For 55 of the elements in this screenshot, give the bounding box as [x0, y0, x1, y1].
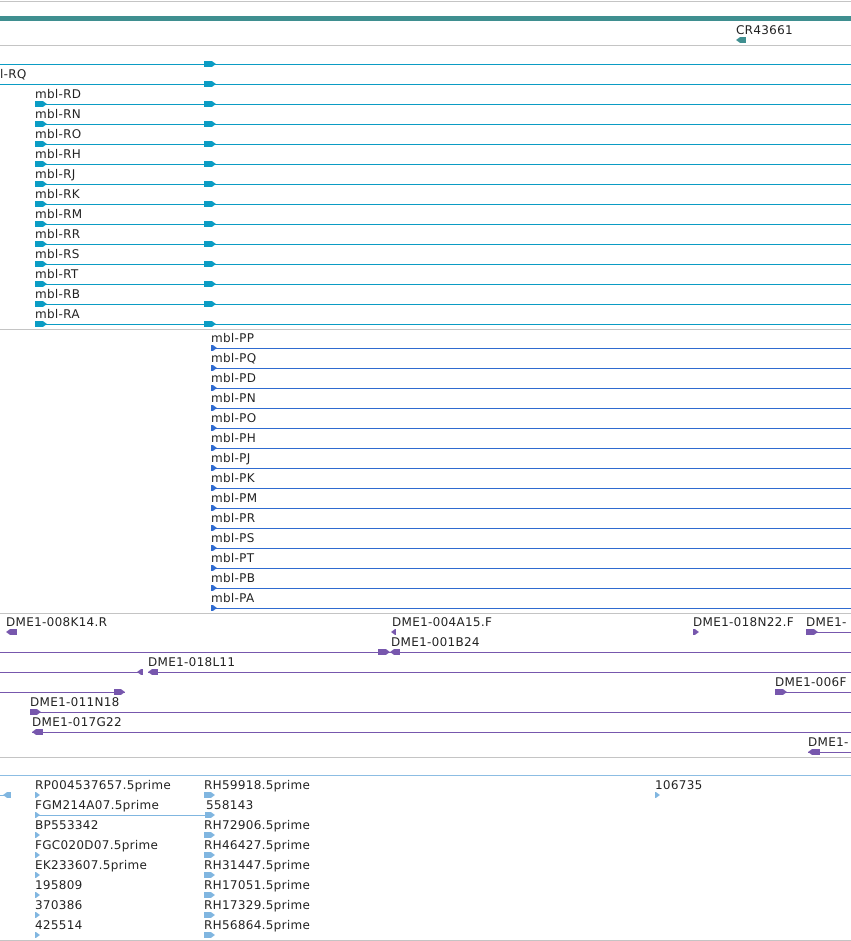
feature-label: mbl-PD — [211, 372, 256, 385]
feature-label: mbl-RN — [35, 108, 82, 121]
feature-label: mbl-RM — [35, 208, 82, 221]
feature-label: DME1- — [806, 616, 847, 629]
feature-label: mbl-PQ — [211, 352, 256, 365]
feature-label: 106735 — [655, 779, 703, 792]
feature-label: mbl-PB — [211, 572, 256, 585]
feature-label: FGC020D07.5prime — [35, 839, 158, 852]
feature-label: mbl-PN — [211, 392, 256, 405]
feature-label: mbl-RD — [35, 88, 82, 101]
feature-label: RP004537657.5prime — [35, 779, 172, 792]
feature-label: mbl-PH — [211, 432, 256, 445]
feature-label: mbl-RK — [35, 188, 80, 201]
feature-label: mbl-PA — [211, 592, 254, 605]
feature-label: mbl-PM — [211, 492, 258, 505]
feature-label: l-RQ — [0, 68, 27, 81]
feature-label: RH17329.5prime — [204, 899, 310, 912]
feature-label: BP553342 — [35, 819, 99, 832]
feature-label: CR43661 — [736, 24, 793, 37]
feature-label: EK233607.5prime — [35, 859, 148, 872]
feature-label: DME1-001B24 — [391, 636, 480, 649]
feature-label: RH46427.5prime — [204, 839, 310, 852]
feature-label: RH56864.5prime — [204, 919, 310, 932]
feature-label: mbl-PK — [211, 472, 255, 485]
feature-label: DME1-018L11 — [148, 656, 236, 669]
feature-label: RH31447.5prime — [204, 859, 310, 872]
feature-label: 558143 — [206, 799, 254, 812]
feature-label: RH72906.5prime — [204, 819, 310, 832]
feature-label: 195809 — [35, 879, 83, 892]
feature-label: mbl-RT — [35, 268, 79, 281]
feature-label: mbl-RB — [35, 288, 80, 301]
feature-label: mbl-PT — [211, 552, 254, 565]
feature-label: DME1-017G22 — [32, 716, 122, 729]
feature-label: mbl-PP — [211, 332, 254, 345]
feature-label: RH17051.5prime — [204, 879, 310, 892]
feature-label: DME1-011N18 — [30, 696, 120, 709]
feature-label: mbl-PS — [211, 532, 255, 545]
feature-label: RH59918.5prime — [204, 779, 310, 792]
feature-label: mbl-RH — [35, 148, 82, 161]
feature-label: mbl-RS — [35, 248, 80, 261]
feature-label: mbl-RJ — [35, 168, 76, 181]
feature-label: DME1-004A15.F — [392, 616, 492, 629]
feature-label: mbl-RO — [35, 128, 82, 141]
feature-label: mbl-RR — [35, 228, 80, 241]
feature-label: 370386 — [35, 899, 83, 912]
feature-label: FGM214A07.5prime — [35, 799, 160, 812]
feature-label: DME1-006F — [775, 676, 847, 689]
feature-label: mbl-PO — [211, 412, 256, 425]
feature-label: DME1- — [808, 736, 849, 749]
feature-label: DME1-018N22.F — [693, 616, 794, 629]
feature-label: mbl-PR — [211, 512, 256, 525]
feature-label: 425514 — [35, 919, 83, 932]
feature-label: mbl-PJ — [211, 452, 251, 465]
feature-label: mbl-RA — [35, 308, 80, 321]
feature-label: DME1-008K14.R — [6, 616, 108, 629]
